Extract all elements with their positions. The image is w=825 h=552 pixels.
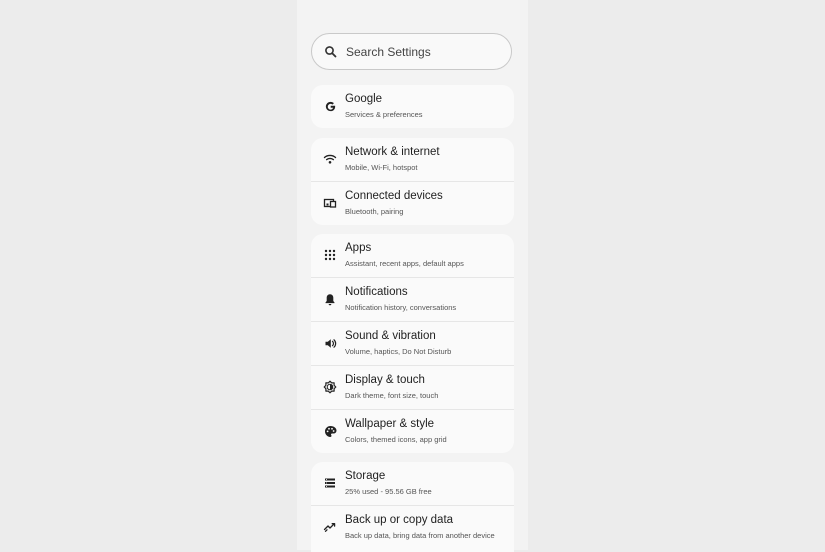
settings-item-network[interactable]: Network & internet Mobile, Wi-Fi, hotspo… [311,138,514,182]
volume-icon [323,336,337,350]
settings-item-notifications[interactable]: Notifications Notification history, conv… [311,278,514,322]
item-title: Network & internet [345,146,440,158]
settings-item-wallpaper[interactable]: Wallpaper & style Colors, themed icons, … [311,410,514,453]
item-title: Notifications [345,286,408,298]
search-settings-bar[interactable]: Search Settings [311,33,512,70]
item-title: Back up or copy data [345,514,454,526]
settings-item-storage[interactable]: Storage 25% used - 95.56 GB free [311,462,514,506]
settings-group-connectivity: Network & internet Mobile, Wi-Fi, hotspo… [311,138,514,225]
item-title: Sound & vibration [345,330,436,342]
item-subtitle: Assistant, recent apps, default apps [345,259,464,268]
search-icon [324,45,338,59]
bell-icon [323,292,337,306]
apps-grid-icon [323,248,337,262]
search-placeholder: Search Settings [346,44,431,59]
item-subtitle: Notification history, conversations [345,303,457,312]
palette-icon [323,424,337,438]
item-subtitle: Services & preferences [345,110,423,119]
settings-item-google[interactable]: Google Services & preferences [311,85,514,128]
backup-sync-icon [323,520,337,534]
item-title: Google [345,93,383,105]
storage-icon [323,476,337,490]
google-icon [323,99,337,113]
settings-item-sound[interactable]: Sound & vibration Volume, haptics, Do No… [311,322,514,366]
settings-group-storage-backup: Storage 25% used - 95.56 GB free Back up… [311,462,514,552]
item-subtitle: Volume, haptics, Do Not Disturb [345,347,452,356]
connected-devices-icon [323,196,337,210]
item-subtitle: Mobile, Wi-Fi, hotspot [345,163,418,172]
settings-item-apps[interactable]: Apps Assistant, recent apps, default app… [311,234,514,278]
wifi-icon [323,152,337,166]
item-title: Display & touch [345,374,425,386]
settings-item-backup[interactable]: Back up or copy data Back up data, bring… [311,506,514,552]
brightness-icon [323,380,337,394]
settings-group-apps-display: Apps Assistant, recent apps, default app… [311,234,514,453]
item-title: Connected devices [345,190,443,202]
settings-group-google: Google Services & preferences [311,85,514,128]
item-subtitle: Bluetooth, pairing [345,207,404,216]
item-subtitle: Dark theme, font size, touch [345,391,439,400]
item-title: Apps [345,242,372,254]
item-subtitle: Back up data, bring data from another de… [345,531,495,540]
settings-item-display[interactable]: Display & touch Dark theme, font size, t… [311,366,514,410]
item-title: Wallpaper & style [345,418,435,430]
item-title: Storage [345,470,386,482]
item-subtitle: Colors, themed icons, app grid [345,435,447,444]
settings-item-connected-devices[interactable]: Connected devices Bluetooth, pairing [311,182,514,225]
item-subtitle: 25% used - 95.56 GB free [345,487,432,496]
